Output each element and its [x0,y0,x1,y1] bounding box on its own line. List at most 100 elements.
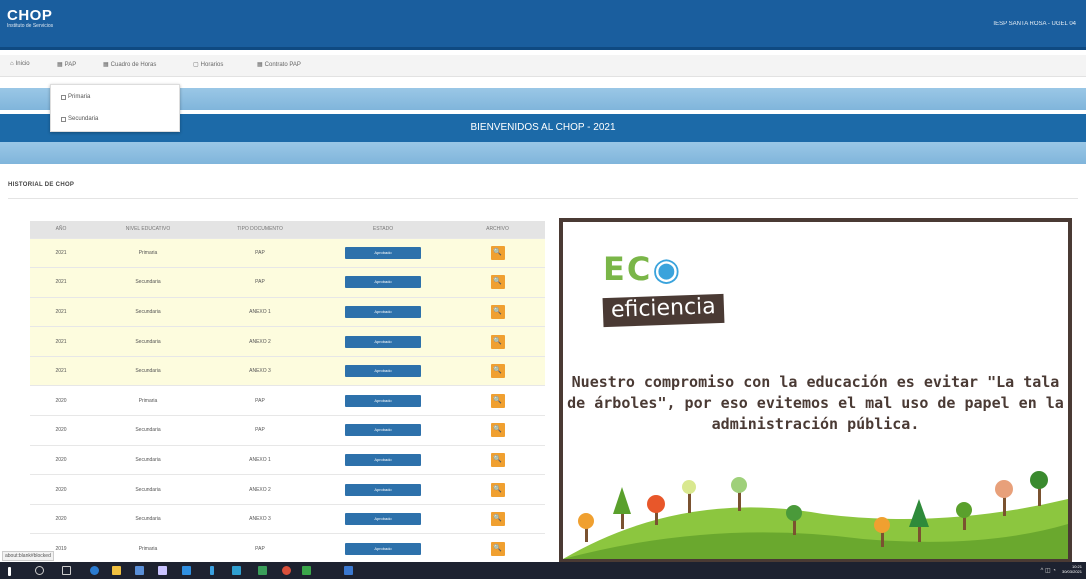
grid-icon: ▦ [257,62,263,68]
level-cell: Secundaria [92,296,204,327]
doc-type-cell: PAP [204,267,316,298]
view-file-button[interactable]: 🔍 [490,541,505,556]
status-badge: Aprobado [345,276,421,289]
file-cell: 🔍 [450,385,545,416]
dropdown-label: Primaria [68,94,91,100]
menu-label: Contrato PAP [264,61,301,68]
menu-pap[interactable]: ▦ PAP [57,61,77,69]
top-header: CHOP Instituto de Servicios IESP SANTA R… [0,0,1086,50]
view-file-button[interactable]: 🔍 [490,304,505,319]
status-bar-url: about:blank#blocked [2,551,54,561]
file-cell: 🔍 [450,237,545,268]
file-icon [61,94,66,100]
search-icon[interactable] [35,566,44,575]
brand-logo[interactable]: CHOP Instituto de Servicios [7,8,53,30]
view-file-button[interactable]: 🔍 [490,275,505,290]
task-view-icon[interactable] [62,566,71,575]
state-cell: Aprobado [316,474,450,505]
app-icon[interactable] [344,566,353,575]
year-cell: 2020 [30,474,92,505]
state-cell: Aprobado [316,296,450,327]
app-icon[interactable] [302,566,311,575]
level-cell: Secundaria [92,503,204,534]
level-cell: Secundaria [92,326,204,357]
system-tray[interactable]: ^ ◫ ◔ [1041,567,1056,574]
app-icon[interactable] [232,566,241,575]
clock-date: 30/03/2021 [1061,569,1082,574]
banner-stripe-bottom [0,142,1086,164]
status-badge: Aprobado [345,453,421,466]
view-file-button[interactable]: 🔍 [490,452,505,467]
start-icon[interactable] [8,567,11,576]
view-file-button[interactable]: 🔍 [490,245,505,260]
store-icon[interactable] [135,566,144,575]
level-cell: Primaria [92,385,204,416]
history-table: AÑO NIVEL EDUCATIVO TIPO DOCUMENTO ESTAD… [30,221,545,564]
file-cell: 🔍 [450,326,545,357]
grid-icon: ▦ [103,62,109,68]
doc-type-cell: PAP [204,237,316,268]
column-header: ARCHIVO [450,221,545,238]
taskbar-clock[interactable]: 10:21 30/03/2021 [1062,564,1082,574]
view-file-button[interactable]: 🔍 [490,423,505,438]
eco-logo-e: E [603,250,627,288]
table-row: 2021 Secundaria ANEXO 2 Aprobado 🔍 [30,326,545,357]
edge-browser-icon[interactable] [90,566,99,575]
file-explorer-icon[interactable] [112,566,121,575]
dropdown-item-primaria[interactable]: Primaria [61,94,90,100]
level-cell: Secundaria [92,444,204,475]
tree-icon [682,480,696,513]
file-cell: 🔍 [450,474,545,505]
view-file-button[interactable]: 🔍 [490,364,505,379]
view-file-button[interactable]: 🔍 [490,512,505,527]
file-cell: 🔍 [450,444,545,475]
doc-type-cell: ANEXO 1 [204,444,316,475]
brand-title: CHOP [7,7,53,24]
year-cell: 2020 [30,415,92,446]
tree-icon [578,513,594,542]
tree-icon [731,477,747,511]
menu-cuadro-horas[interactable]: ▦ Cuadro de Horas [103,61,156,69]
file-cell: 🔍 [450,296,545,327]
nav-menu: ⌂ Inicio ▦ PAP ▦ Cuadro de Horas ▢ Horarios … [0,55,1086,77]
file-icon [61,116,66,122]
dropdown-item-secundaria[interactable]: Secundaria [61,116,98,122]
table-row: 2020 Secundaria ANEXO 3 Aprobado 🔍 [30,503,545,534]
app-icon[interactable] [158,566,167,575]
chrome-icon[interactable] [282,566,291,575]
year-cell: 2020 [30,444,92,475]
menu-contrato-pap[interactable]: ▦ Contrato PAP [257,61,301,69]
table-row: 2020 Secundaria ANEXO 2 Aprobado 🔍 [30,474,545,505]
view-file-button[interactable]: 🔍 [490,482,505,497]
mail-icon[interactable] [182,566,191,575]
doc-type-cell: PAP [204,533,316,564]
pap-dropdown-menu: Primaria Secundaria [50,84,180,132]
state-cell: Aprobado [316,355,450,386]
history-title: HISTORIAL DE CHOP [8,182,75,188]
brand-subtitle: Instituto de Servicios [7,23,54,29]
app-icon[interactable] [258,566,267,575]
view-file-button[interactable]: 🔍 [490,334,505,349]
state-cell: Aprobado [316,533,450,564]
year-cell: 2021 [30,355,92,386]
menu-horarios[interactable]: ▢ Horarios [193,61,223,69]
app-icon[interactable] [210,566,214,575]
status-badge: Aprobado [345,246,421,259]
table-row: 2020 Secundaria PAP Aprobado 🔍 [30,415,545,446]
tree-icon [1030,471,1048,506]
menu-label: PAP [64,61,77,68]
file-cell: 🔍 [450,267,545,298]
year-cell: 2020 [30,503,92,534]
file-cell: 🔍 [450,503,545,534]
level-cell: Secundaria [92,267,204,298]
view-file-button[interactable]: 🔍 [490,393,505,408]
level-cell: Primaria [92,237,204,268]
menu-inicio[interactable]: ⌂ Inicio [10,61,30,67]
windows-taskbar: ^ ◫ ◔ 10:21 30/03/2021 [0,562,1086,579]
menu-label: Inicio [15,61,30,67]
home-icon: ⌂ [10,61,14,67]
user-info[interactable]: IESP SANTA ROSA - UGEL 04 [993,21,1076,27]
table-row: 2021 Secundaria ANEXO 3 Aprobado 🔍 [30,355,545,386]
doc-type-cell: ANEXO 2 [204,474,316,505]
file-cell: 🔍 [450,533,545,564]
